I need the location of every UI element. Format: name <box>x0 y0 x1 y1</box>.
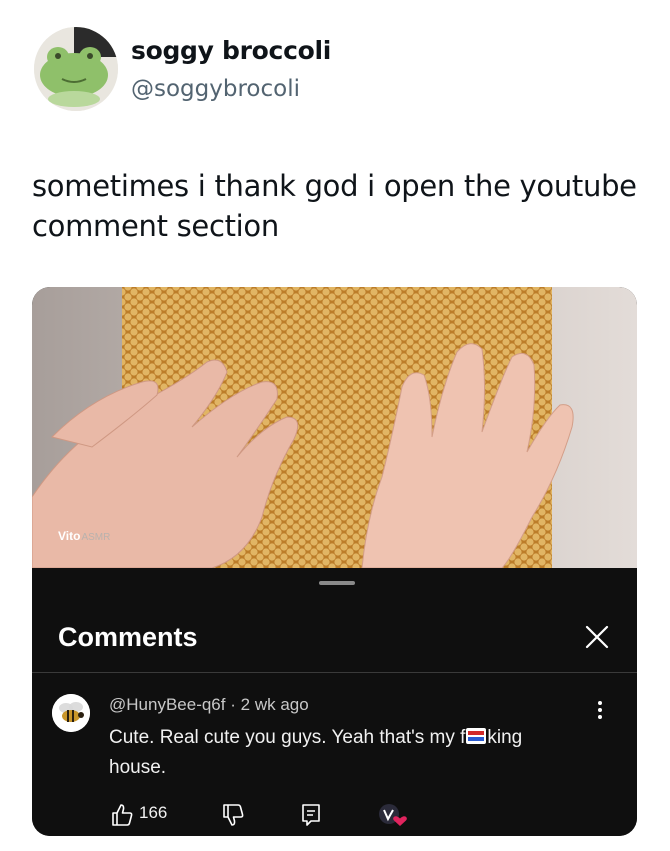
comments-title: Comments <box>58 622 198 652</box>
commenter-avatar[interactable] <box>52 694 90 732</box>
comment-text: Cute. Real cute you guys. Yeah that's my… <box>109 727 523 778</box>
comment-actions: 166 <box>109 802 569 830</box>
creator-heart <box>378 802 408 835</box>
video-frame[interactable]: VitoASMR <box>32 287 637 568</box>
reply-button[interactable] <box>298 802 324 833</box>
like-count: 166 <box>139 803 168 822</box>
creator-heart-icon <box>379 804 407 826</box>
like-button[interactable] <box>109 802 135 833</box>
media-card[interactable]: VitoASMR Comments @HunyBee-q6f · 2 wk ag… <box>32 287 637 836</box>
like-icon <box>112 804 133 826</box>
comment-author[interactable]: @HunyBee-q6f <box>109 695 226 714</box>
dislike-button[interactable] <box>220 802 246 833</box>
reply-icon <box>302 804 320 826</box>
honeycomb-hands-image <box>32 287 637 568</box>
divider <box>32 672 637 673</box>
comment-time: 2 wk ago <box>240 695 309 714</box>
bee-icon <box>52 694 90 732</box>
dislike-icon <box>223 804 244 826</box>
close-icon <box>585 625 609 649</box>
comments-panel: Comments @HunyBee-q6f · 2 wk ago Cute. R… <box>32 568 637 836</box>
meta-separator: · <box>230 695 236 714</box>
frog-plush-icon <box>34 27 118 111</box>
display-name[interactable]: soggy broccoli <box>131 36 331 65</box>
comment-meta: @HunyBee-q6f · 2 wk ago <box>109 695 309 715</box>
more-vert-icon <box>598 701 602 719</box>
avatar[interactable] <box>34 27 118 111</box>
user-handle[interactable]: @soggybrocoli <box>131 76 300 102</box>
drag-handle[interactable] <box>319 581 355 585</box>
close-button[interactable] <box>580 620 614 654</box>
channel-watermark: VitoASMR <box>58 529 111 543</box>
comment-menu-button[interactable] <box>592 698 608 722</box>
meme-logo-icon <box>466 728 487 744</box>
tweet-text: sometimes i thank god i open the youtube… <box>32 169 637 243</box>
